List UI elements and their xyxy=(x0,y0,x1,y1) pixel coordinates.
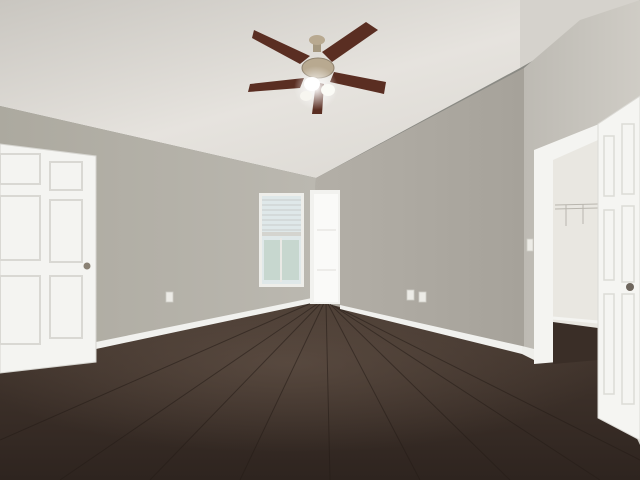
light-switch[interactable] xyxy=(526,238,534,252)
door-knob-right[interactable] xyxy=(626,283,634,291)
closet-doorway[interactable] xyxy=(534,122,604,364)
fan-light xyxy=(321,84,335,96)
outlet-back-2 xyxy=(418,291,427,303)
outlet-back-1 xyxy=(406,289,415,301)
bedroom-scene xyxy=(0,0,640,480)
bedroom-photo xyxy=(0,0,640,480)
open-door-right[interactable] xyxy=(597,95,640,441)
hallway-door[interactable] xyxy=(310,190,340,304)
fan-light xyxy=(304,77,320,91)
outlet-left xyxy=(165,291,174,303)
window xyxy=(259,193,304,287)
fan-light xyxy=(300,91,312,101)
door-knob[interactable] xyxy=(83,262,91,270)
left-door[interactable] xyxy=(0,143,97,374)
window-blinds xyxy=(262,199,301,231)
